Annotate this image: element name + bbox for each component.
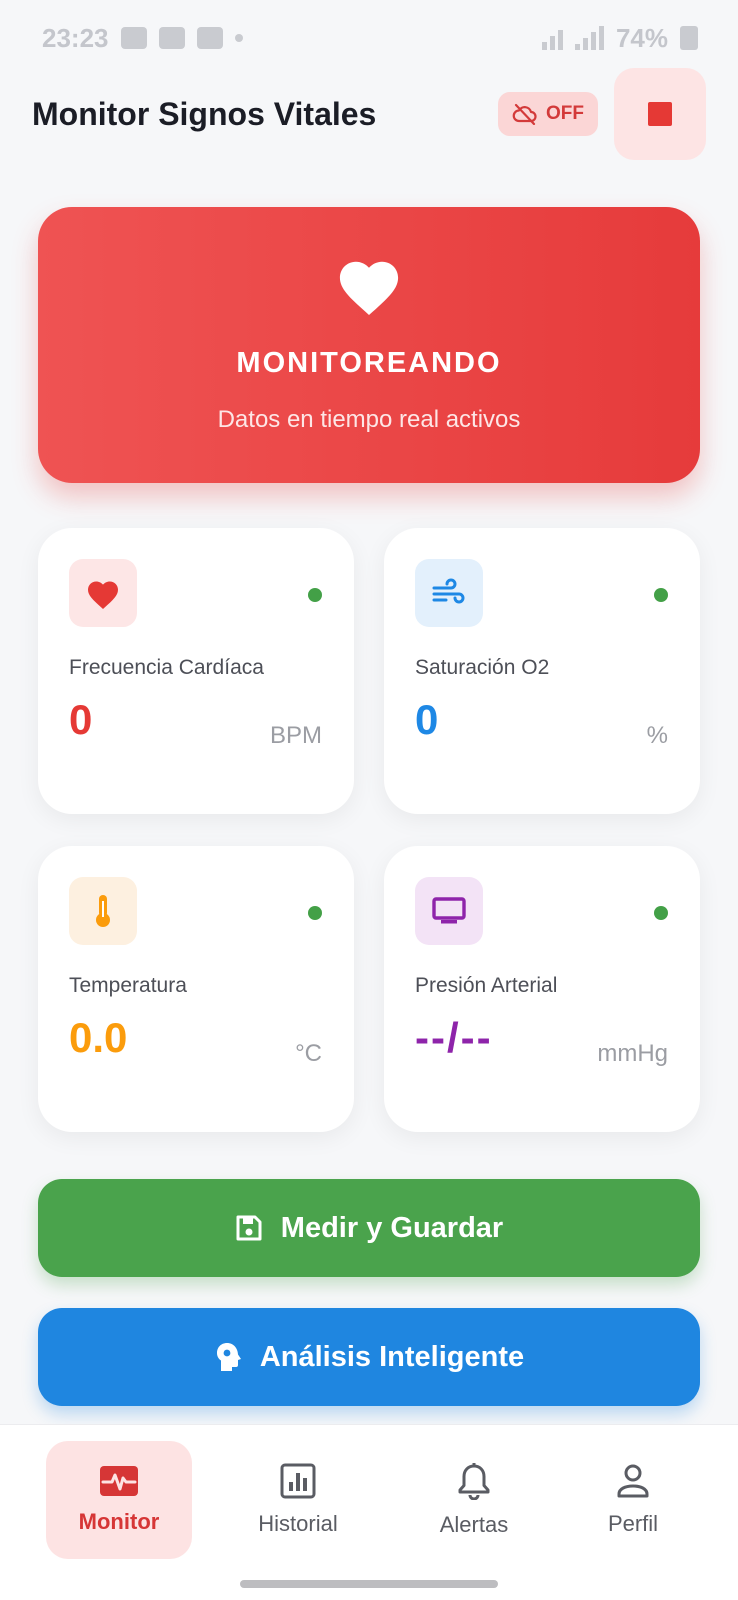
nav-label-alertas: Alertas bbox=[439, 1512, 509, 1537]
home-indicator[interactable] bbox=[240, 1580, 498, 1588]
oxygen-label: Saturación O2 bbox=[415, 656, 550, 679]
nav-label-historial: Historial bbox=[258, 1511, 338, 1536]
oxygen-icon-box bbox=[415, 559, 483, 627]
signal-icon bbox=[574, 26, 604, 50]
oxygen-value: 0 bbox=[415, 696, 439, 743]
heart-rate-value: 0 bbox=[69, 696, 93, 743]
measure-save-label: Medir y Guardar bbox=[280, 1211, 504, 1244]
notification-dot-icon bbox=[234, 34, 243, 42]
temperature-card[interactable]: Temperatura 0.0 °C bbox=[38, 846, 354, 1132]
stop-icon bbox=[648, 102, 672, 126]
heart-icon bbox=[339, 261, 399, 315]
status-bar: 23:23 74% bbox=[0, 0, 738, 76]
blood-pressure-card[interactable]: Presión Arterial --/-- mmHg bbox=[384, 846, 700, 1132]
oxygen-status-dot bbox=[654, 588, 668, 602]
screen: 23:23 74% Monitor Signos Vitales OFF MON… bbox=[0, 0, 738, 1600]
temperature-icon-box bbox=[69, 877, 137, 945]
nav-label-monitor: Monitor bbox=[78, 1509, 160, 1534]
battery-percent: 74% bbox=[615, 22, 668, 53]
oxygen-unit: % bbox=[646, 722, 668, 749]
nav-item-monitor[interactable]: Monitor bbox=[46, 1441, 192, 1559]
phone-status-icon bbox=[158, 27, 185, 49]
wifi-icon bbox=[541, 26, 563, 50]
smart-analysis-button[interactable]: Análisis Inteligente bbox=[38, 1308, 700, 1406]
monitoring-status-card: MONITOREANDO Datos en tiempo real activo… bbox=[38, 207, 700, 483]
heart-rate-icon-box bbox=[69, 559, 137, 627]
thermometer-icon bbox=[96, 895, 110, 927]
brain-head-icon bbox=[216, 1343, 241, 1371]
status-time: 23:23 bbox=[42, 22, 109, 53]
bell-icon bbox=[458, 1463, 490, 1500]
heart-rate-unit: BPM bbox=[269, 722, 322, 749]
blood-pressure-label: Presión Arterial bbox=[415, 974, 558, 997]
stop-monitoring-button[interactable] bbox=[614, 68, 706, 160]
save-icon bbox=[236, 1215, 262, 1241]
bottom-navigation: Monitor Historial Alertas Perfil bbox=[0, 1424, 738, 1600]
chart-icon bbox=[280, 1463, 316, 1499]
app-header: Monitor Signos Vitales OFF bbox=[0, 66, 738, 162]
temperature-unit: °C bbox=[295, 1040, 322, 1067]
blood-pressure-status-dot bbox=[654, 906, 668, 920]
wind-icon bbox=[432, 578, 465, 604]
battery-icon bbox=[680, 26, 698, 50]
monitor-icon bbox=[432, 897, 466, 924]
page-title: Monitor Signos Vitales bbox=[32, 95, 377, 132]
smart-analysis-label: Análisis Inteligente bbox=[259, 1340, 525, 1373]
nav-item-perfil[interactable]: Perfil bbox=[560, 1441, 706, 1559]
cloud-off-icon bbox=[512, 103, 537, 125]
person-icon bbox=[617, 1464, 649, 1498]
blood-pressure-unit: mmHg bbox=[597, 1040, 668, 1067]
monitor-heart-icon bbox=[100, 1466, 138, 1496]
heart-icon bbox=[88, 581, 118, 609]
oxygen-saturation-card[interactable]: Saturación O2 0 % bbox=[384, 528, 700, 814]
temperature-label: Temperatura bbox=[69, 974, 187, 997]
heart-rate-status-dot bbox=[308, 588, 322, 602]
nav-item-historial[interactable]: Historial bbox=[225, 1441, 371, 1559]
status-right: 74% bbox=[541, 22, 698, 54]
cloud-sync-badge[interactable]: OFF bbox=[498, 92, 598, 136]
temperature-value: 0.0 bbox=[69, 1014, 128, 1061]
cloud-status-icon bbox=[120, 27, 147, 49]
cloud-status-label: OFF bbox=[546, 103, 584, 124]
status-left: 23:23 bbox=[42, 23, 243, 54]
heart-rate-label: Frecuencia Cardíaca bbox=[69, 656, 264, 679]
chat-status-icon bbox=[196, 27, 223, 49]
measure-save-button[interactable]: Medir y Guardar bbox=[38, 1179, 700, 1277]
nav-label-perfil: Perfil bbox=[607, 1511, 659, 1536]
monitoring-subtitle: Datos en tiempo real activos bbox=[217, 406, 521, 433]
blood-pressure-value: --/-- bbox=[415, 1014, 493, 1061]
monitoring-title: MONITOREANDO bbox=[236, 347, 502, 379]
heart-rate-card[interactable]: Frecuencia Cardíaca 0 BPM bbox=[38, 528, 354, 814]
blood-pressure-icon-box bbox=[415, 877, 483, 945]
nav-item-alertas[interactable]: Alertas bbox=[401, 1441, 547, 1559]
temperature-status-dot bbox=[308, 906, 322, 920]
